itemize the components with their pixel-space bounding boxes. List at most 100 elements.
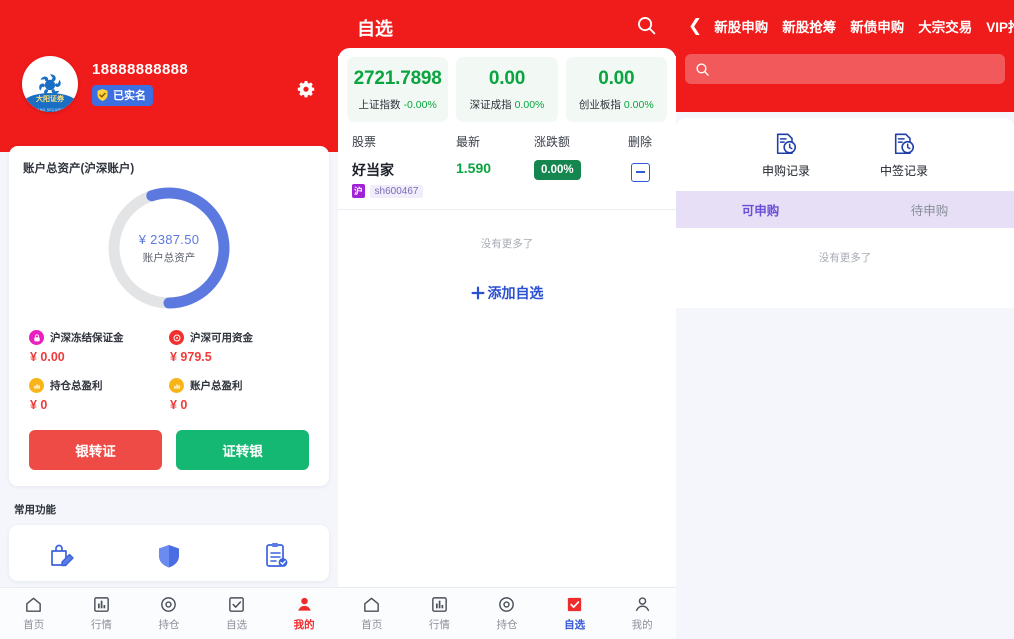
watchlist-table-header: 股票 最新 涨跌额 删除 [338,122,676,150]
subscription-tabs: ❮ 新股申购 新股抢筹 新债申购 大宗交易 VIP抢筹 [676,0,1014,36]
tab-home[interactable]: 首页 [0,595,68,632]
index-name: 深证成指 [469,99,512,111]
broker-to-bank-button[interactable]: 证转银 [176,430,309,470]
chart-bar-icon [430,595,449,614]
no-more-text: 没有更多了 [480,238,534,250]
index-value: 0.00 [598,68,635,89]
page-title: 自选 [357,19,393,39]
tab-market[interactable]: 行情 [406,595,474,632]
tab-market[interactable]: 行情 [68,595,136,632]
search-input[interactable] [685,54,1005,84]
total-assets-title: 账户总资产(沪深账户) [23,163,135,175]
index-card[interactable]: 0.00 创业板指 0.00% [565,57,667,122]
tab-label: 首页 [23,619,45,631]
function-shield[interactable] [116,541,223,571]
quick-action-winning-records[interactable]: 中签记录 [880,132,928,179]
index-card[interactable]: 2721.7898 上证指数 -0.00% [347,57,449,122]
tab-mine[interactable]: 我的 [608,595,676,632]
brokerage-logo: 大阳证券 DAYANG SECURITIES [22,56,78,112]
tab-block-trade[interactable]: 大宗交易 [911,14,979,36]
logo-caption: 大阳证券 DAYANG SECURITIES [22,93,78,112]
stat-frozen-margin: 沪深冻结保证金 ¥ 0.00 [29,330,169,364]
tab-label: 自选 [564,619,586,631]
tab-watchlist[interactable]: 自选 [541,595,609,632]
no-more-text: 没有更多了 [818,252,872,264]
app-screenshot: 大阳证券 DAYANG SECURITIES 18888888888 已实名 账… [0,0,1014,639]
tab-new-share-grab[interactable]: 新股抢筹 [775,14,843,36]
panel-new-share-subscription: ❮ 新股申购 新股抢筹 新债申购 大宗交易 VIP抢筹 [676,0,1014,639]
stat-position-profit: 持仓总盈利 ¥ 0 [29,378,169,412]
home-icon [24,595,43,614]
tab-new-share-apply[interactable]: 新股申购 [707,14,775,36]
functions-title: 常用功能 [14,504,56,516]
stat-value: ¥ 0 [170,398,188,412]
donut-label: 账户总资产 [142,251,196,264]
index-value: 2721.7898 [353,68,442,89]
tab-positions[interactable]: 持仓 [135,595,203,632]
index-card[interactable]: 0.00 深证成指 0.00% [456,57,558,122]
subscription-header: ❮ 新股申购 新股抢筹 新债申购 大宗交易 VIP抢筹 [676,0,1014,112]
tab-label: 自选 [226,619,248,631]
index-name: 创业板指 [578,99,621,111]
user-icon [633,595,652,614]
tab-mine[interactable]: 我的 [270,595,338,632]
clipboard-check-icon [265,543,288,567]
gear-icon[interactable] [296,80,316,100]
total-assets-card: 账户总资产(沪深账户) ¥ 2387.50 账户总资产 沪深冻结保证金 ¥ 0.… [9,146,329,486]
chevron-left-icon[interactable]: ❮ [684,17,707,34]
target-icon [497,595,516,614]
tab-label: 我的 [631,619,653,631]
stat-label: 账户总盈利 [190,380,243,392]
tab-label: 持仓 [496,619,518,631]
watchlist-body: 2721.7898 上证指数 -0.00% 0.00 深证成指 0.00% 0.00… [338,48,676,575]
checkbox-icon [227,595,246,614]
tab-home[interactable]: 首页 [338,595,406,632]
edit-bag-icon [51,544,75,567]
subscription-list: 没有更多了 [676,228,1014,308]
stat-value: ¥ 0.00 [30,350,65,364]
assets-donut-chart: ¥ 2387.50 账户总资产 [103,182,235,314]
col-header-change: 涨跌额 [534,135,571,149]
tab-label: 行情 [90,619,112,631]
bank-to-broker-button[interactable]: 银转证 [29,430,162,470]
tab-watchlist[interactable]: 自选 [203,595,271,632]
table-row[interactable]: 好当家 沪 sh600467 1.590 0.00% [338,150,676,210]
panel-my-account: 大阳证券 DAYANG SECURITIES 18888888888 已实名 账… [0,0,338,639]
search-icon [696,62,709,76]
subtab-available[interactable]: 可申购 [676,191,845,228]
account-header: 大阳证券 DAYANG SECURITIES 18888888888 已实名 [0,0,338,152]
tab-vip-grab[interactable]: VIP抢筹 [979,14,1014,36]
function-clipboard-check[interactable] [222,541,329,571]
subtab-pending[interactable]: 待申购 [845,191,1014,228]
donut-value: ¥ 2387.50 [138,231,200,247]
function-edit-bag[interactable] [9,541,116,571]
add-watchlist-button[interactable]: 添加自选 [338,283,676,303]
minus-box-icon[interactable] [630,162,650,182]
search-icon[interactable] [636,15,657,41]
plus-icon [471,286,484,300]
quick-action-label: 中签记录 [880,164,929,178]
tab-positions[interactable]: 持仓 [473,595,541,632]
panel-watchlist: 自选 2721.7898 上证指数 -0.00% 0.00 深证成指 0.00% 0… [338,0,676,639]
index-value: 0.00 [488,68,526,89]
user-phone: 18888888888 [92,61,189,78]
common-functions-card [9,525,329,581]
quick-action-apply-records[interactable]: 申购记录 [762,132,810,179]
chart-circle-icon [29,378,44,393]
home-icon [362,595,381,614]
stat-label: 持仓总盈利 [50,380,103,392]
stock-name: 好当家 [352,162,394,178]
stat-account-profit: 账户总盈利 ¥ 0 [169,378,309,412]
quick-actions: 申购记录 中签记录 [676,118,1014,191]
verified-badge[interactable]: 已实名 [92,85,153,106]
tab-label: 首页 [361,619,383,631]
col-header-delete: 删除 [627,135,652,149]
stat-available-funds: 沪深可用资金 ¥ 979.5 [169,330,309,364]
shield-check-icon [97,89,108,101]
asset-stats: 沪深冻结保证金 ¥ 0.00 沪深可用资金 ¥ 979.5 持仓总盈利 ¥ 0 … [23,330,315,412]
tab-new-bond-apply[interactable]: 新债申购 [843,14,911,36]
index-summary-row: 2721.7898 上证指数 -0.00% 0.00 深证成指 0.00% 0.00… [338,48,676,122]
lock-circle-icon [29,330,44,345]
exchange-badge: 沪 [352,184,365,198]
tab-label: 我的 [293,619,315,631]
